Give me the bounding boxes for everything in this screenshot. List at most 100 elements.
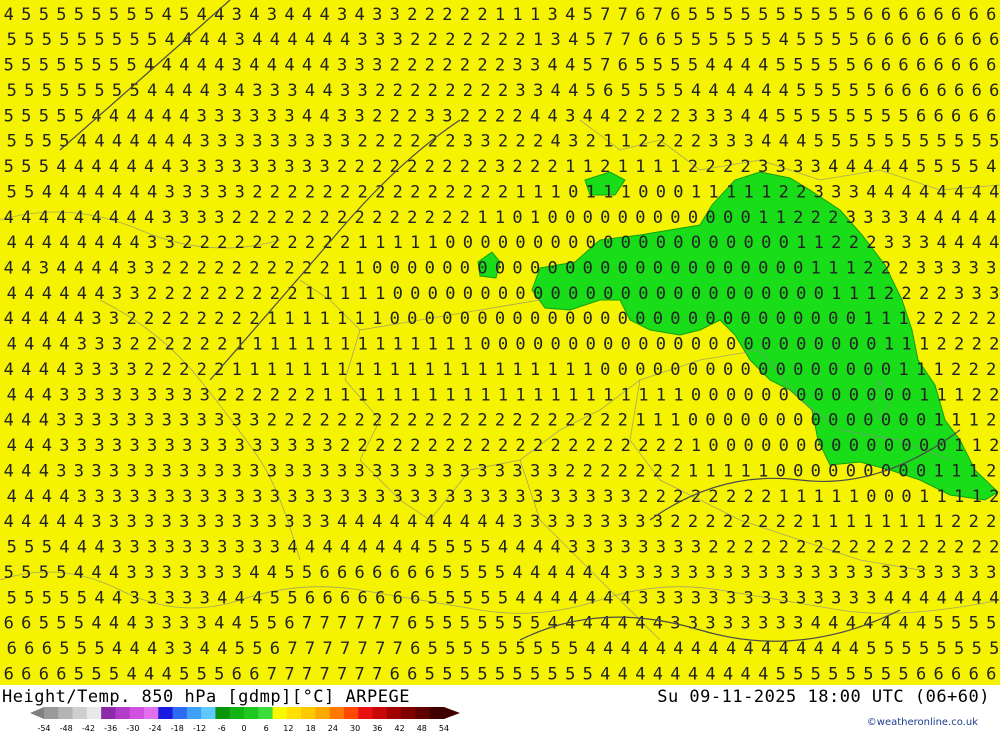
grid-value-label: 3 [165, 639, 175, 659]
grid-value-label: 2 [428, 81, 438, 101]
grid-value-label: 1 [635, 157, 645, 177]
grid-value-label: 4 [94, 588, 104, 608]
grid-value-label: 4 [270, 30, 280, 50]
grid-value-label: 2 [267, 411, 277, 431]
grid-value-label: 2 [583, 411, 593, 431]
grid-value-label: 0 [743, 233, 753, 253]
grid-value-label: 0 [512, 208, 522, 228]
grid-value-label: 6 [901, 81, 911, 101]
grid-value-label: 4 [954, 233, 964, 253]
grid-value-label: 5 [776, 5, 786, 25]
grid-value-label: 4 [547, 614, 557, 634]
grid-value-label: 7 [354, 664, 364, 684]
grid-value-label: 2 [390, 411, 400, 431]
grid-value-label: 6 [21, 664, 31, 684]
grid-value-label: 6 [375, 588, 385, 608]
grid-value-label: 2 [200, 335, 210, 355]
grid-value-label: 2 [989, 335, 999, 355]
grid-value-label: 2 [305, 233, 315, 253]
grid-value-label: 3 [916, 259, 926, 279]
grid-value-label: 0 [618, 208, 628, 228]
grid-value-label: 4 [56, 309, 66, 329]
grid-value-label: 5 [425, 664, 435, 684]
grid-value-label: 3 [758, 614, 768, 634]
grid-value-label: 4 [129, 639, 139, 659]
grid-value-label: 4 [673, 639, 683, 659]
grid-value-label: 2 [691, 132, 701, 152]
grid-value-label: 4 [4, 462, 14, 482]
grid-value-label: 5 [144, 5, 154, 25]
grid-value-label: 0 [758, 259, 768, 279]
digit-field: 4555555554544343444343322222111345776765… [4, 5, 1000, 685]
grid-value-label: 1 [586, 385, 596, 405]
grid-value-label: 3 [94, 436, 104, 456]
grid-value-label: 3 [179, 563, 189, 583]
grid-value-label: 3 [512, 512, 522, 532]
grid-value-label: 1 [428, 385, 438, 405]
grid-value-label: 1 [796, 487, 806, 507]
grid-value-label: 4 [129, 182, 139, 202]
grid-value-label: 6 [916, 664, 926, 684]
grid-value-label: 2 [460, 5, 470, 25]
grid-value-label: 1 [357, 385, 367, 405]
grid-value-label: 3 [287, 81, 297, 101]
grid-value-label: 4 [59, 233, 69, 253]
grid-value-label: 4 [621, 588, 631, 608]
grid-value-label: 1 [688, 462, 698, 482]
grid-value-label: 3 [933, 259, 943, 279]
grid-value-label: 4 [267, 56, 277, 76]
grid-value-label: 4 [91, 106, 101, 126]
grid-value-label: 2 [375, 182, 385, 202]
grid-value-label: 4 [109, 563, 119, 583]
grid-value-label: 1 [337, 259, 347, 279]
grid-value-label: 2 [954, 335, 964, 355]
grid-value-label: 3 [565, 106, 575, 126]
scale-swatch [272, 707, 288, 719]
grid-value-label: 0 [533, 233, 543, 253]
grid-value-label: 5 [129, 30, 139, 50]
scale-swatch [386, 707, 402, 719]
grid-value-label: 4 [200, 639, 210, 659]
grid-value-label: 2 [340, 233, 350, 253]
grid-value-label: 4 [4, 411, 14, 431]
grid-value-label: 6 [7, 639, 17, 659]
grid-value-label: 3 [550, 487, 560, 507]
grid-value-label: 5 [969, 614, 979, 634]
grid-value-label: 1 [919, 385, 929, 405]
grid-value-label: 5 [793, 56, 803, 76]
grid-value-label: 0 [761, 233, 771, 253]
grid-value-label: 1 [653, 157, 663, 177]
grid-value-label: 2 [936, 335, 946, 355]
grid-value-label: 5 [74, 614, 84, 634]
scale-swatch [344, 707, 359, 719]
site-credit-link[interactable]: ©weatheronline.co.uk [867, 717, 978, 728]
grid-value-label: 0 [463, 233, 473, 253]
grid-value-label: 5 [42, 30, 52, 50]
grid-value-label: 3 [214, 563, 224, 583]
grid-value-label: 3 [530, 56, 540, 76]
grid-value-label: 3 [59, 436, 69, 456]
grid-value-label: 4 [866, 182, 876, 202]
grid-value-label: 3 [147, 588, 157, 608]
grid-value-label: 5 [74, 106, 84, 126]
grid-value-label: 6 [270, 639, 280, 659]
grid-value-label: 0 [849, 385, 859, 405]
grid-value-label: 2 [951, 512, 961, 532]
grid-value-label: 1 [670, 411, 680, 431]
grid-value-label: 2 [284, 411, 294, 431]
grid-value-label: 1 [337, 309, 347, 329]
grid-value-label: 5 [884, 132, 894, 152]
grid-value-label: 4 [726, 639, 736, 659]
grid-value-label: 3 [129, 385, 139, 405]
grid-value-label: 0 [849, 335, 859, 355]
grid-value-label: 6 [4, 664, 14, 684]
grid-value-label: 5 [4, 563, 14, 583]
grid-value-label: 5 [235, 639, 245, 659]
grid-value-label: 3 [232, 411, 242, 431]
grid-value-label: 0 [495, 259, 505, 279]
grid-value-label: 0 [758, 360, 768, 380]
grid-value-label: 3 [726, 588, 736, 608]
grid-value-label: 4 [147, 132, 157, 152]
grid-value-label: 3 [200, 487, 210, 507]
grid-value-label: 1 [933, 360, 943, 380]
